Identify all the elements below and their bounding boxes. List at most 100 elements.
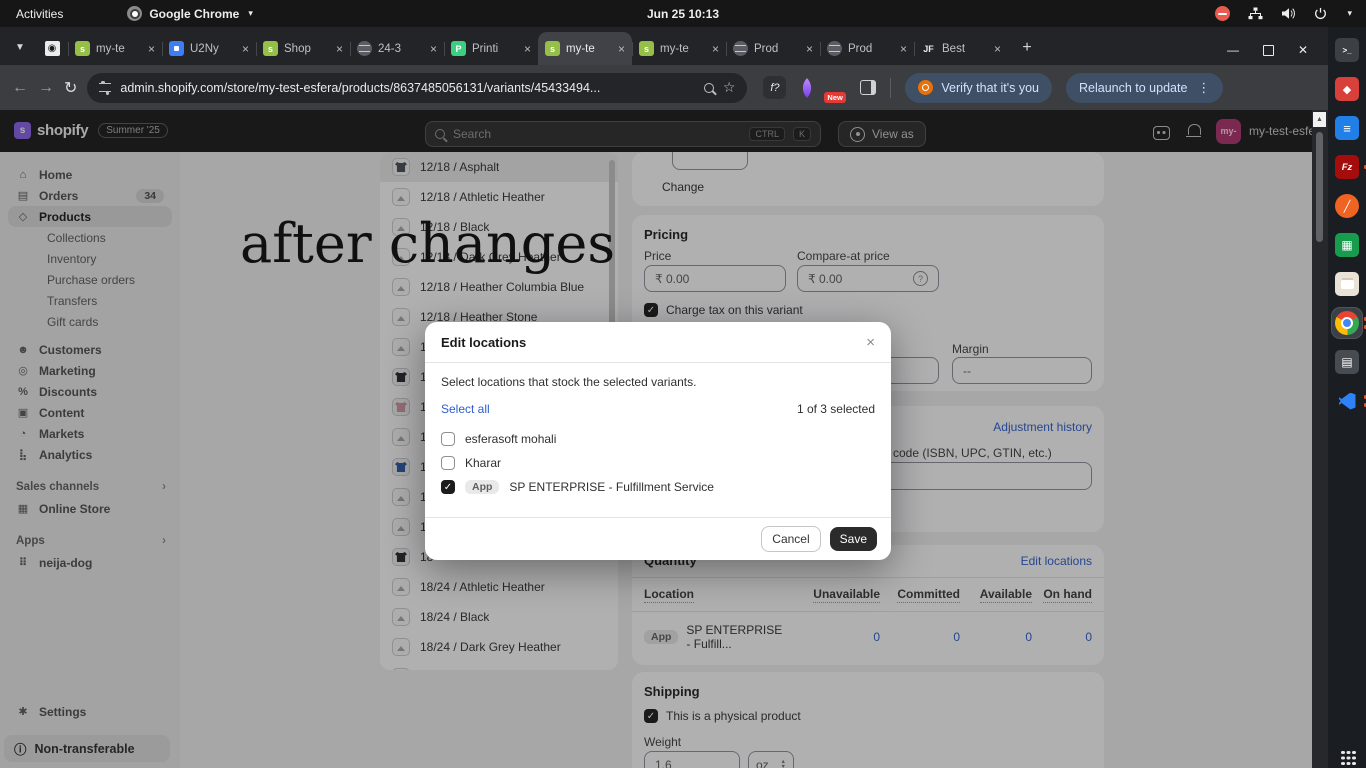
browser-tab[interactable]: Shop ×: [256, 32, 350, 65]
dock-app-icon: [1335, 194, 1359, 218]
tab-favicon: [827, 41, 842, 56]
tab-close-icon[interactable]: ×: [524, 42, 531, 56]
location-checkbox[interactable]: [441, 456, 455, 470]
dock-item[interactable]: [1332, 35, 1362, 65]
toolbar-divider: [890, 78, 891, 98]
tab-close-icon[interactable]: ×: [900, 42, 907, 56]
dock-app-icon: [1335, 311, 1359, 335]
show-applications-icon[interactable]: [1341, 751, 1345, 755]
dock-item[interactable]: [1332, 308, 1362, 338]
browser-tab[interactable]: my-te ×: [632, 32, 726, 65]
activities-button[interactable]: Activities: [16, 7, 63, 21]
dock-item[interactable]: [1332, 386, 1362, 416]
tab-label: Printi: [472, 43, 518, 55]
tab-close-icon[interactable]: ×: [430, 42, 437, 56]
location-option[interactable]: esferasoft mohali: [441, 427, 875, 451]
location-option[interactable]: App SP ENTERPRISE - Fulfillment Service: [441, 475, 875, 499]
dock-item[interactable]: [1332, 152, 1362, 182]
edit-locations-modal: Edit locations × Select locations that s…: [425, 322, 891, 560]
font-extension-icon[interactable]: f?: [763, 76, 786, 99]
minimize-button[interactable]: —: [1227, 43, 1239, 57]
relaunch-label: Relaunch to update: [1079, 81, 1187, 95]
system-top-bar: Activities Google Chrome ▾ Jun 25 10:13 …: [0, 0, 1366, 27]
restore-button[interactable]: [1263, 45, 1274, 56]
select-all-link[interactable]: Select all: [441, 402, 490, 416]
browser-tab[interactable]: my-te ×: [68, 32, 162, 65]
scrollbar-thumb[interactable]: [1316, 132, 1323, 242]
scroll-up-arrow-icon[interactable]: ▲: [1313, 112, 1326, 127]
tab-search-button[interactable]: ▼: [8, 35, 32, 59]
network-icon[interactable]: [1248, 7, 1263, 20]
browser-toolbar: ← → ↻ admin.shopify.com/store/my-test-es…: [0, 65, 1328, 110]
address-bar[interactable]: admin.shopify.com/store/my-test-esfera/p…: [87, 73, 747, 103]
dock-item[interactable]: [1332, 347, 1362, 377]
tray-chevron-icon[interactable]: ▾: [1347, 8, 1352, 19]
clock[interactable]: Jun 25 10:13: [647, 7, 719, 21]
tab-close-icon[interactable]: ×: [994, 42, 1001, 56]
zoom-page-icon[interactable]: [704, 83, 714, 93]
tab-favicon: [451, 41, 466, 56]
volume-icon[interactable]: [1281, 7, 1296, 20]
tab-close-icon[interactable]: ×: [712, 42, 719, 56]
relaunch-button[interactable]: Relaunch to update ⋮: [1066, 73, 1223, 103]
browser-tab[interactable]: 24-3 ×: [350, 32, 444, 65]
browser-tab[interactable]: Printi ×: [444, 32, 538, 65]
tab-close-icon[interactable]: ×: [242, 42, 249, 56]
page-scrollbar[interactable]: ▲: [1312, 110, 1328, 768]
app-menu-label: Google Chrome: [149, 7, 239, 21]
bookmark-star-icon[interactable]: ☆: [723, 79, 736, 96]
tab-close-icon[interactable]: ×: [336, 42, 343, 56]
location-checkbox[interactable]: [441, 432, 455, 446]
side-panel-icon[interactable]: [860, 80, 876, 95]
location-name: esferasoft mohali: [465, 432, 556, 446]
browser-tab[interactable]: Prod ×: [726, 32, 820, 65]
window-controls: — ✕: [1227, 43, 1328, 65]
dock-item[interactable]: [1332, 269, 1362, 299]
modal-description: Select locations that stock the selected…: [441, 375, 875, 389]
url-text[interactable]: admin.shopify.com/store/my-test-esfera/p…: [120, 81, 694, 95]
verify-button[interactable]: Verify that it's you: [905, 73, 1052, 103]
app-dock: [1328, 27, 1366, 768]
tab-close-icon[interactable]: ×: [618, 42, 625, 56]
browser-tab[interactable]: Prod ×: [820, 32, 914, 65]
dock-item[interactable]: [1332, 74, 1362, 104]
browser-tab[interactable]: Best ×: [914, 32, 1008, 65]
power-icon[interactable]: [1314, 7, 1327, 20]
browser-tab-strip: ▼ my-te × U2Ny × Shop: [0, 27, 1328, 65]
kebab-menu-icon[interactable]: ⋮: [1197, 80, 1210, 96]
tab-label: Shop: [284, 43, 330, 55]
close-icon[interactable]: ×: [866, 334, 875, 351]
feather-extension-icon[interactable]: [798, 78, 818, 98]
location-option[interactable]: Kharar: [441, 451, 875, 475]
tab-label: Prod: [848, 43, 894, 55]
browser-tab[interactable]: U2Ny ×: [162, 32, 256, 65]
reload-button[interactable]: ↻: [64, 78, 77, 98]
forward-button[interactable]: →: [38, 79, 54, 97]
dock-item[interactable]: [1332, 113, 1362, 143]
cancel-button[interactable]: Cancel: [761, 526, 820, 552]
tab-close-icon[interactable]: ×: [148, 42, 155, 56]
location-options: esferasoft mohali Kharar App SP ENTERPRI…: [441, 427, 875, 499]
selection-row: Select all 1 of 3 selected: [441, 402, 875, 416]
dock-app-icon: [1335, 155, 1359, 179]
back-button[interactable]: ←: [12, 79, 28, 97]
save-button[interactable]: Save: [830, 527, 877, 551]
dock-app-icon: [1335, 233, 1359, 257]
tab-favicon: [75, 41, 90, 56]
tab-favicon: [733, 41, 748, 56]
app-menu[interactable]: Google Chrome ▾: [127, 6, 253, 21]
tab-favicon: [169, 41, 184, 56]
browser-tab[interactable]: my-te ×: [538, 32, 632, 65]
tab-label: U2Ny: [190, 43, 236, 55]
tab-label: my-te: [566, 43, 612, 55]
gradient-extension[interactable]: New: [828, 79, 846, 97]
tab-close-icon[interactable]: ×: [806, 42, 813, 56]
new-tab-button[interactable]: +: [1014, 35, 1040, 61]
dock-item[interactable]: [1332, 230, 1362, 260]
dock-item[interactable]: [1332, 191, 1362, 221]
close-window-button[interactable]: ✕: [1298, 43, 1308, 57]
location-checkbox[interactable]: [441, 480, 455, 494]
site-info-icon[interactable]: [99, 83, 111, 92]
do-not-disturb-icon[interactable]: [1215, 6, 1230, 21]
pinned-tab[interactable]: [36, 32, 68, 65]
